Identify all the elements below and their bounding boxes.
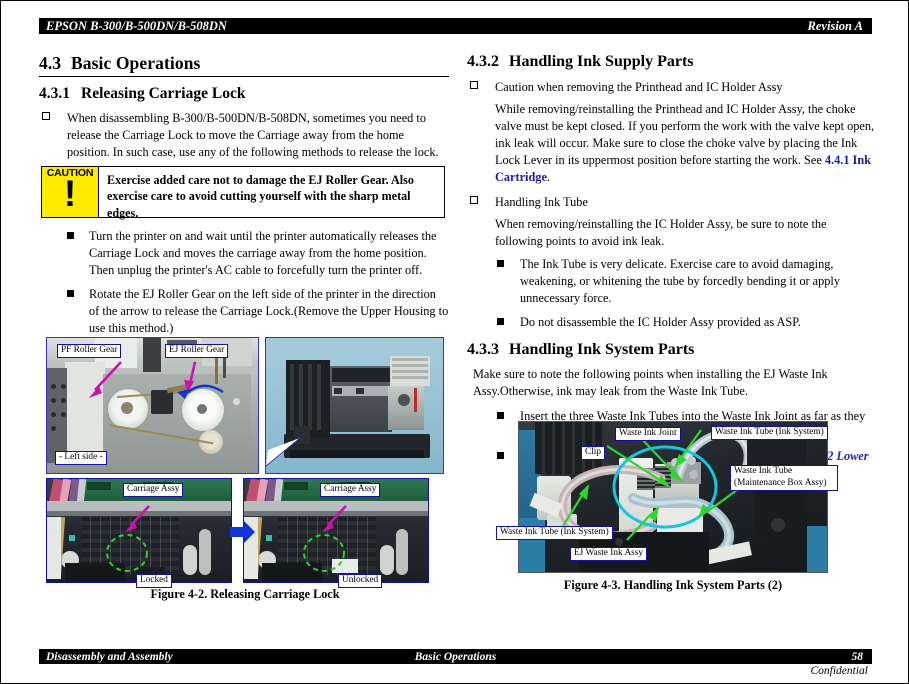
- filled-square-bullet-icon: [67, 231, 74, 239]
- photo-ink-system-parts: Waste Ink Joint Clip: [518, 421, 828, 573]
- detail-pointer-icon: [266, 437, 301, 467]
- photo-carriage-unlocked: Carriage Assy: [243, 478, 429, 583]
- photo-gear-mechanism: PF Roller Gear EJ Roller Gear - Left sid…: [46, 337, 259, 474]
- intro-text: When disassembling B-300/B-500DN/B-508DN…: [67, 111, 439, 159]
- list-item: The Ink Tube is very delicate. Exercise …: [467, 256, 877, 307]
- open-square-bullet-icon: [470, 195, 478, 204]
- list-item: Caution when removing the Printhead and …: [467, 79, 877, 96]
- item-2-title: Handling Ink Tube: [495, 194, 588, 209]
- figure-4-2-bottom-row: Carriage Assy Carriage Assy Locked Unloc…: [46, 478, 444, 589]
- section-rule: [39, 76, 449, 77]
- caution-icon: CAUTION !: [41, 165, 99, 218]
- subsection-title: Handling Ink System Parts: [509, 340, 695, 358]
- header-model-title: EPSON B-300/B-500DN/B-508DN: [46, 18, 227, 33]
- open-square-bullet-icon: [470, 81, 478, 89]
- callout-clip: Clip: [581, 446, 606, 461]
- callout-unlocked: Unlocked: [338, 574, 383, 589]
- callout-waste-ink-joint: Waste Ink Joint: [615, 427, 681, 442]
- callout-waste-ink-tube-maintenance: Waste Ink Tube (Maintenance Box Assy): [730, 465, 838, 492]
- filled-square-bullet-icon: [497, 411, 504, 419]
- method-text-2: Rotate the EJ Roller Gear on the left si…: [89, 286, 449, 335]
- section-title: Basic Operations: [71, 53, 201, 73]
- manual-page: EPSON B-300/B-500DN/B-508DN Revision A 4…: [0, 0, 909, 684]
- item-3-body: Make sure to note the following points w…: [473, 366, 828, 398]
- figure-4-3: Waste Ink Joint Clip Waste Ink Tube (Ink…: [496, 421, 838, 593]
- list-item: Rotate the EJ Roller Gear on the left si…: [39, 286, 449, 337]
- item-1-title: Caution when removing the Printhead and …: [495, 80, 783, 94]
- callout-pf-roller-gear: PF Roller Gear: [57, 344, 122, 359]
- transition-arrow-icon: [230, 521, 255, 543]
- callout-left-side: - Left side -: [55, 451, 107, 466]
- callout-waste-ink-tube-ink-system-top: Waste Ink Tube (Ink System): [711, 426, 828, 441]
- lock-position-highlight-icon: [106, 534, 148, 572]
- figure-4-2-caption: Figure 4-2. Releasing Carriage Lock: [150, 587, 340, 601]
- header-revision: Revision A: [807, 18, 863, 33]
- callout-carriage-assy-unlocked: Carriage Assy: [320, 483, 381, 498]
- photo-carriage-locked: Carriage Assy: [46, 478, 232, 583]
- callout-waste-ink-tube-ink-system-left: Waste Ink Tube (Ink System): [496, 526, 613, 541]
- subsection-number: 4.3.3: [467, 340, 499, 358]
- confidential-notice: Confidential: [810, 665, 869, 677]
- unlock-position-highlight-icon: [303, 534, 345, 572]
- carriage-assy-arrow-icon: [322, 505, 347, 532]
- rotation-direction-arrow-icon: [177, 384, 224, 399]
- waste-ink-tube-left-arrow-icon: [562, 484, 589, 527]
- callout-carriage-assy-locked: Carriage Assy: [123, 483, 184, 498]
- item-1-body-pre: While removing/reinstalling the Printhea…: [495, 101, 875, 167]
- figure-4-2: PF Roller Gear EJ Roller Gear - Left sid…: [46, 337, 444, 602]
- filled-square-bullet-icon: [497, 317, 504, 325]
- left-column: 4.3 Basic Operations 4.3.1 Releasing Carri…: [39, 53, 449, 344]
- open-square-bullet-icon: [42, 112, 50, 120]
- list-item: Handling Ink Tube: [467, 194, 877, 211]
- footer-section: Basic Operations: [414, 650, 497, 663]
- pf-gear-arrow-icon: [89, 361, 122, 398]
- exclamation-icon: !: [63, 173, 77, 215]
- method-text-1: Turn the printer on and wait until the p…: [89, 228, 437, 277]
- filled-square-bullet-icon: [497, 259, 504, 267]
- footer-page-number: 58: [851, 650, 864, 663]
- list-item: Do not disassemble the IC Holder Assy pr…: [467, 314, 877, 331]
- subsection-heading-4-3-3: 4.3.3 Handling Ink System Parts: [467, 341, 877, 359]
- carriage-assy-arrow-icon: [125, 505, 150, 532]
- page-footer: Disassembly and Assembly Basic Operation…: [39, 649, 872, 664]
- section-heading-4-3: 4.3 Basic Operations: [39, 53, 449, 74]
- subsection-title: Releasing Carriage Lock: [81, 85, 246, 102]
- callout-ej-roller-gear: EJ Roller Gear: [165, 344, 229, 359]
- subsection-title: Handling Ink Supply Parts: [509, 53, 694, 70]
- section-number: 4.3: [39, 53, 62, 73]
- subsection-number: 4.3.2: [467, 53, 499, 70]
- item-2-body: When removing/reinstalling the IC Holder…: [495, 216, 827, 248]
- page-header: EPSON B-300/B-500DN/B-508DN Revision A: [39, 18, 872, 34]
- photo-printer-mechanism: [265, 337, 444, 474]
- figure-4-2-top-row: PF Roller Gear EJ Roller Gear - Left sid…: [46, 337, 444, 474]
- ej-waste-ink-assy-arrow-icon: [626, 506, 659, 541]
- item-2-bullet-2: Do not disassemble the IC Holder Assy pr…: [520, 314, 801, 329]
- filled-square-bullet-icon: [67, 289, 74, 297]
- item-2-bullet-1: The Ink Tube is very delicate. Exercise …: [520, 256, 840, 305]
- subsection-number: 4.3.1: [39, 85, 70, 102]
- item-1-body: While removing/reinstalling the Printhea…: [467, 101, 877, 186]
- filled-square-bullet-icon: [497, 452, 504, 460]
- subsection-heading-4-3-1: 4.3.1 Releasing Carriage Lock: [39, 85, 449, 103]
- callout-ej-waste-ink-assy: EJ Waste Ink Assy: [570, 547, 648, 562]
- caution-text: Exercise added care not to damage the EJ…: [99, 165, 445, 220]
- caution-box: CAUTION ! Exercise added care not to dam…: [41, 165, 445, 220]
- list-item: Turn the printer on and wait until the p…: [39, 228, 449, 279]
- callout-locked: Locked: [136, 574, 172, 589]
- subsection-heading-4-3-2: 4.3.2 Handling Ink Supply Parts: [467, 53, 877, 71]
- figure-4-3-caption: Figure 4-3. Handling Ink System Parts (2…: [563, 578, 783, 592]
- list-item: When disassembling B-300/B-500DN/B-508DN…: [39, 110, 449, 161]
- item-1-body-post: .: [546, 169, 550, 184]
